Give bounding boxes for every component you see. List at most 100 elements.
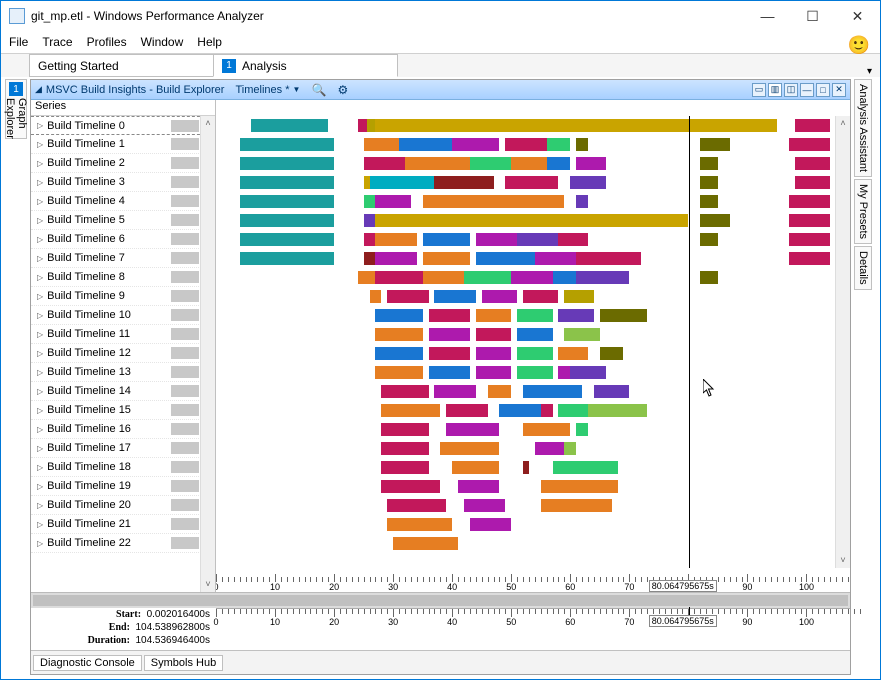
timeline-bar[interactable] [434,176,493,189]
timeline-bar[interactable] [452,461,499,474]
maximize-button[interactable]: ☐ [790,2,835,30]
timeline-bar[interactable] [464,271,511,284]
timeline-bar[interactable] [375,347,422,360]
time-cursor[interactable] [689,116,690,568]
expand-icon[interactable]: ▷ [37,197,43,206]
timeline-bar[interactable] [600,309,647,322]
timeline-row[interactable] [216,420,835,439]
expand-icon[interactable]: ▷ [37,292,43,301]
chevron-down-icon[interactable]: ▼ [293,85,301,94]
timeline-row[interactable] [216,325,835,344]
timeline-bar[interactable] [358,271,376,284]
timeline-bar[interactable] [364,195,376,208]
timeline-bar[interactable] [789,214,830,227]
view-both-icon[interactable]: ◫ [784,83,798,97]
timeline-row[interactable] [216,173,835,192]
timeline-bar[interactable] [375,309,422,322]
timeline-bar[interactable] [576,271,629,284]
timeline-bar[interactable] [558,347,588,360]
timeline-bar[interactable] [364,233,376,246]
expand-icon[interactable]: ▷ [37,159,43,168]
timeline-bar[interactable] [370,176,435,189]
timeline-row[interactable] [216,477,835,496]
expand-icon[interactable]: ▷ [37,463,43,472]
scroll-down-icon[interactable]: ˅ [836,553,850,568]
timeline-bar[interactable] [570,366,605,379]
timeline-bar[interactable] [600,347,624,360]
overview-axis[interactable]: 010203040506070809010080.064795675s [216,608,850,650]
timeline-bar[interactable] [434,290,475,303]
timeline-bar[interactable] [564,290,594,303]
timeline-bar[interactable] [700,138,730,151]
menu-trace[interactable]: Trace [42,35,72,49]
timeline-bar[interactable] [358,119,367,132]
timeline-bar[interactable] [429,366,470,379]
timeline-bar[interactable] [405,157,470,170]
series-row[interactable]: ▷Build Timeline 4 [31,192,215,211]
series-row[interactable]: ▷Build Timeline 10 [31,306,215,325]
timeline-bar[interactable] [458,480,499,493]
feedback-icon[interactable]: 🙂 [848,35,870,56]
graph-explorer-rail[interactable]: 1 Graph Explorer [5,79,27,139]
series-row[interactable]: ▷Build Timeline 0 [31,116,215,135]
timeline-bar[interactable] [558,366,570,379]
timeline-bar[interactable] [423,252,470,265]
timeline-bar[interactable] [700,271,718,284]
timeline-bar[interactable] [470,518,511,531]
timeline-bar[interactable] [364,138,399,151]
menu-file[interactable]: File [9,35,28,49]
series-row[interactable]: ▷Build Timeline 22 [31,534,215,553]
series-row[interactable]: ▷Build Timeline 15 [31,401,215,420]
expand-icon[interactable]: ▷ [37,140,43,149]
expand-icon[interactable]: ▷ [37,273,43,282]
timeline-row[interactable] [216,439,835,458]
timeline-bar[interactable] [364,157,405,170]
timeline-bar[interactable] [789,252,830,265]
timeline-bar[interactable] [440,442,499,455]
timeline-bar[interactable] [364,214,376,227]
timeline-bar[interactable] [535,252,576,265]
expand-icon[interactable]: ▷ [37,520,43,529]
series-row[interactable]: ▷Build Timeline 19 [31,477,215,496]
expand-icon[interactable]: ▷ [37,444,43,453]
timeline-bar[interactable] [423,233,470,246]
timeline-bar[interactable] [541,499,612,512]
timeline-bar[interactable] [505,176,558,189]
timeline-bar[interactable] [240,138,334,151]
timeline-bar[interactable] [594,385,629,398]
timeline-bar[interactable] [553,271,577,284]
series-row[interactable]: ▷Build Timeline 11 [31,325,215,344]
timeline-bar[interactable] [535,442,565,455]
scroll-up-icon[interactable]: ˄ [201,116,215,131]
timeline-bar[interactable] [370,290,382,303]
timeline-bar[interactable] [476,328,511,341]
gear-icon[interactable]: ⚙ [338,83,349,97]
timeline-row[interactable] [216,534,835,553]
timeline-bar[interactable] [251,119,328,132]
timeline-bar[interactable] [446,423,499,436]
timeline-bar[interactable] [517,347,552,360]
timeline-row[interactable] [216,401,835,420]
timeline-bar[interactable] [387,518,452,531]
collapse-icon[interactable]: ◢ [35,84,42,95]
timeline-bar[interactable] [476,252,535,265]
timeline-bar[interactable] [547,157,571,170]
timeline-row[interactable] [216,287,835,306]
series-header[interactable]: Series [31,100,215,116]
series-row[interactable]: ▷Build Timeline 1 [31,135,215,154]
tab-getting-started[interactable]: Getting Started [29,54,214,77]
timeline-bar[interactable] [576,423,588,436]
panel-max-icon[interactable]: □ [816,83,830,97]
series-row[interactable]: ▷Build Timeline 13 [31,363,215,382]
expand-icon[interactable]: ▷ [37,121,43,130]
timeline-bar[interactable] [517,233,558,246]
timeline-row[interactable] [216,515,835,534]
timeline-bar[interactable] [240,176,334,189]
view-graph-icon[interactable]: ▭ [752,83,766,97]
timeline-bar[interactable] [375,328,422,341]
timeline-row[interactable] [216,192,835,211]
timeline-bar[interactable] [240,195,334,208]
view-table-icon[interactable]: ▥ [768,83,782,97]
series-row[interactable]: ▷Build Timeline 16 [31,420,215,439]
timeline-bar[interactable] [576,138,588,151]
